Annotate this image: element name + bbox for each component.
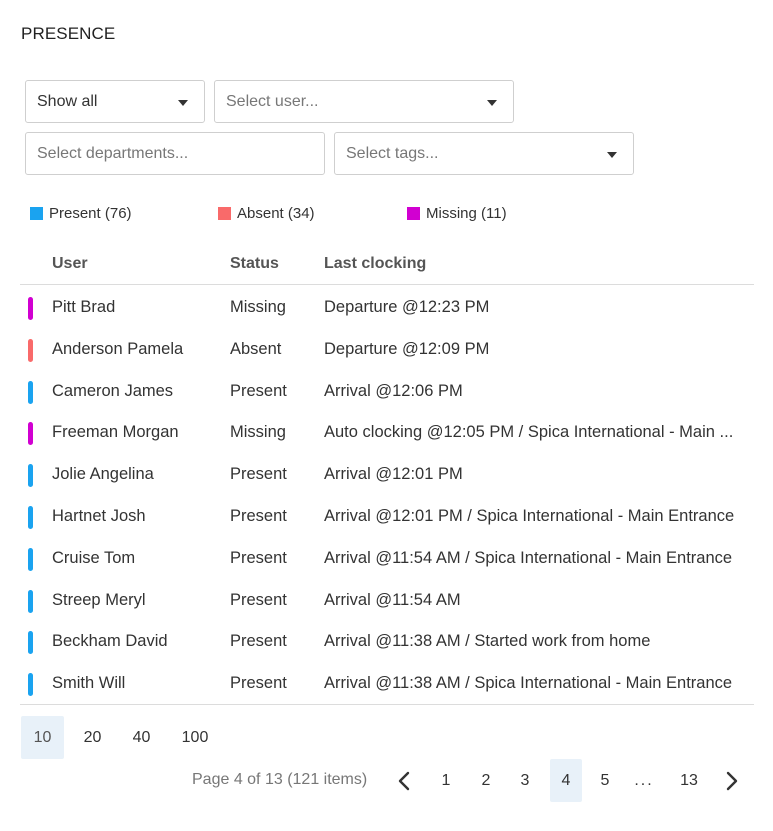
cell-status: Present <box>230 548 287 567</box>
table-row[interactable]: Pitt Brad Missing Departure @12:23 PM <box>20 287 754 329</box>
cell-last-clocking: Arrival @12:01 PM <box>324 465 463 484</box>
cell-last-clocking: Arrival @11:54 AM / Spica International … <box>324 548 733 567</box>
cell-status: Present <box>230 381 287 400</box>
show-filter-dropdown[interactable]: Show all <box>25 80 205 123</box>
page-size-100[interactable]: 100 <box>172 716 218 759</box>
present-swatch <box>30 207 43 220</box>
cell-user: Streep Meryl <box>52 590 146 609</box>
column-header-last-clocking[interactable]: Last clocking <box>324 255 426 273</box>
cell-status: Present <box>230 465 287 484</box>
page-ellipsis: ... <box>634 771 654 789</box>
cell-user: Anderson Pamela <box>52 339 184 358</box>
cell-status: Present <box>230 507 287 525</box>
pagination-summary: Page 4 of 13 (121 items) <box>192 771 368 788</box>
table-row[interactable]: Streep Meryl Present Arrival @11:54 AM <box>20 580 754 622</box>
cell-last-clocking: Departure @12:09 PM <box>324 339 490 358</box>
page-size-40[interactable]: 40 <box>120 716 163 759</box>
page-button-3[interactable]: 3 <box>508 759 542 802</box>
legend-present-label: Present (76) <box>49 205 132 222</box>
table-row[interactable]: Cruise Tom Present Arrival @11:54 AM / S… <box>20 538 754 580</box>
table-row[interactable]: Hartnet Josh Present Arrival @12:01 PM /… <box>20 496 754 538</box>
legend-missing: Missing (11) <box>407 205 507 222</box>
cell-last-clocking: Arrival @11:54 AM <box>324 590 461 609</box>
status-indicator <box>28 380 33 404</box>
page-size-20[interactable]: 20 <box>71 716 114 759</box>
caret-down-icon <box>487 100 497 106</box>
table-row[interactable]: Jolie Angelina Present Arrival @12:01 PM <box>20 454 754 496</box>
cell-last-clocking: Departure @12:23 PM <box>324 298 490 316</box>
tags-select[interactable]: Select tags... <box>334 132 634 175</box>
table-row[interactable]: Beckham David Present Arrival @11:38 AM … <box>20 621 754 663</box>
cell-user: Freeman Morgan <box>52 423 179 442</box>
page-size-10[interactable]: 10 <box>21 716 64 759</box>
page-button-1[interactable]: 1 <box>429 759 463 802</box>
status-indicator <box>28 297 33 320</box>
table-row[interactable]: Freeman Morgan Missing Auto clocking @12… <box>20 412 754 454</box>
status-indicator <box>28 673 33 697</box>
cell-user: Beckham David <box>52 632 168 651</box>
cell-user: Smith Will <box>52 674 126 693</box>
cell-last-clocking: Arrival @12:01 PM / Spica International … <box>324 507 735 525</box>
cell-status: Absent <box>230 339 282 358</box>
cell-user: Cruise Tom <box>52 548 136 567</box>
status-indicator <box>28 464 33 488</box>
cell-status: Missing <box>230 298 286 316</box>
page-button-13[interactable]: 13 <box>670 759 708 802</box>
status-indicator <box>28 547 33 571</box>
column-header-status[interactable]: Status <box>230 255 279 273</box>
chevron-left-icon[interactable] <box>394 770 414 792</box>
legend-absent-label: Absent (34) <box>237 205 315 222</box>
tags-select-placeholder: Select tags... <box>346 144 439 162</box>
column-header-user[interactable]: User <box>52 255 88 273</box>
user-select-placeholder: Select user... <box>226 92 319 110</box>
missing-swatch <box>407 207 420 220</box>
legend-missing-label: Missing (11) <box>426 205 507 222</box>
departments-select-placeholder: Select departments... <box>37 144 189 162</box>
legend-present: Present (76) <box>30 205 132 222</box>
cell-user: Cameron James <box>52 381 174 400</box>
cell-user: Pitt Brad <box>52 298 116 316</box>
table-row[interactable]: Cameron James Present Arrival @12:06 PM <box>20 371 754 413</box>
caret-down-icon <box>607 152 617 158</box>
table-row[interactable]: Smith Will Present Arrival @11:38 AM / S… <box>20 663 754 705</box>
cell-last-clocking: Arrival @11:38 AM / Spica International … <box>324 674 733 693</box>
chevron-right-icon[interactable] <box>722 770 742 792</box>
table-header: User Status Last clocking <box>20 245 754 285</box>
page-button-5[interactable]: 5 <box>588 759 622 802</box>
table-row[interactable]: Anderson Pamela Absent Departure @12:09 … <box>20 329 754 371</box>
cell-status: Present <box>230 590 287 609</box>
cell-last-clocking: Arrival @11:38 AM / Started work from ho… <box>324 632 651 651</box>
page-button-4[interactable]: 4 <box>550 759 582 802</box>
status-indicator <box>28 338 33 362</box>
show-filter-value: Show all <box>37 92 98 110</box>
status-indicator <box>28 589 33 613</box>
page-title: PRESENCE <box>21 24 116 43</box>
cell-last-clocking: Arrival @12:06 PM <box>324 381 463 400</box>
page-button-2[interactable]: 2 <box>469 759 503 802</box>
status-indicator <box>28 631 33 655</box>
legend-absent: Absent (34) <box>218 205 315 222</box>
cell-user: Jolie Angelina <box>52 465 154 484</box>
departments-select[interactable]: Select departments... <box>25 132 325 175</box>
caret-down-icon <box>178 100 188 106</box>
status-indicator <box>28 422 33 446</box>
table-bottom-divider <box>20 704 754 705</box>
cell-last-clocking: Auto clocking @12:05 PM / Spica Internat… <box>324 423 734 442</box>
cell-user: Hartnet Josh <box>52 507 146 525</box>
cell-status: Present <box>230 674 287 693</box>
status-indicator <box>28 506 33 529</box>
user-select[interactable]: Select user... <box>214 80 514 123</box>
cell-status: Present <box>230 632 287 651</box>
cell-status: Missing <box>230 423 286 442</box>
absent-swatch <box>218 207 231 220</box>
